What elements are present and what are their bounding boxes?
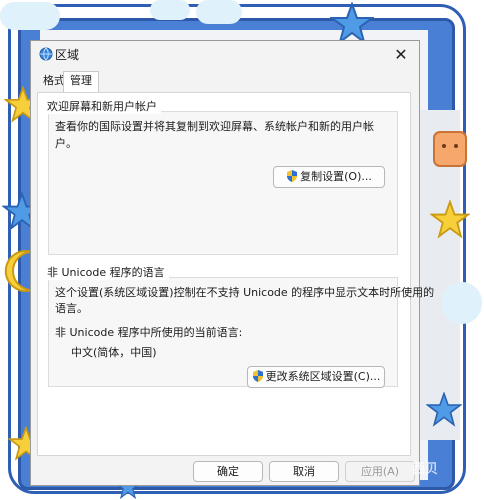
apply-button[interactable]: 应用(A): [345, 461, 415, 482]
change-system-locale-button[interactable]: 更改系统区域设置(C)...: [247, 366, 385, 388]
current-language-value: 中文(简体，中国): [71, 346, 157, 359]
non-unicode-description-cont: 语言。: [55, 302, 88, 315]
uac-shield-icon: [252, 370, 263, 382]
watermark-text: 西贝: [412, 462, 439, 477]
welcome-description: 查看你的国际设置并将其复制到欢迎屏幕、系统帐户和新的用户帐户。: [55, 120, 374, 150]
window-title: 区域: [55, 48, 80, 62]
sticker-icon: [433, 131, 467, 167]
tab-administrative[interactable]: 管理: [63, 71, 99, 93]
title-bar[interactable]: 区域 ✕: [31, 41, 419, 69]
star-icon: [430, 200, 470, 239]
cloud-decoration: [0, 2, 60, 30]
non-unicode-description: 这个设置(系统区域设置)控制在不支持 Unicode 的程序中显示文本时所使用的: [55, 286, 435, 299]
administrative-panel: 欢迎屏幕和新用户帐户 查看你的国际设置并将其复制到欢迎屏幕、系统帐户和新的用户帐…: [37, 92, 435, 456]
cloud-decoration: [196, 0, 242, 24]
uac-shield-icon: [287, 170, 298, 182]
region-dialog: 区域 ✕ 格式 管理 欢迎屏幕和新用户帐户 查看你的国际设置并将其复制到欢迎屏幕…: [30, 40, 435, 486]
ok-button[interactable]: 确定: [193, 461, 263, 482]
group-title: 非 Unicode 程序的语言: [47, 264, 169, 280]
welcome-screen-group: 欢迎屏幕和新用户帐户 查看你的国际设置并将其复制到欢迎屏幕、系统帐户和新的用户帐…: [47, 98, 398, 255]
cancel-button[interactable]: 取消: [269, 461, 339, 482]
group-title: 欢迎屏幕和新用户帐户: [47, 98, 161, 114]
copy-settings-button[interactable]: 复制设置(O)...: [273, 166, 385, 188]
change-system-locale-label: 更改系统区域设置(C)...: [265, 370, 381, 383]
current-language-label: 非 Unicode 程序中所使用的当前语言:: [55, 326, 243, 339]
cloud-decoration: [150, 0, 190, 20]
close-icon: ✕: [394, 45, 408, 64]
cloud-decoration: [442, 282, 482, 324]
non-unicode-group: 非 Unicode 程序的语言 这个设置(系统区域设置)控制在不支持 Unico…: [47, 264, 435, 388]
globe-icon: [39, 47, 53, 61]
copy-settings-label: 复制设置(O)...: [300, 170, 372, 183]
close-button[interactable]: ✕: [387, 43, 415, 67]
star-icon: [426, 392, 462, 427]
